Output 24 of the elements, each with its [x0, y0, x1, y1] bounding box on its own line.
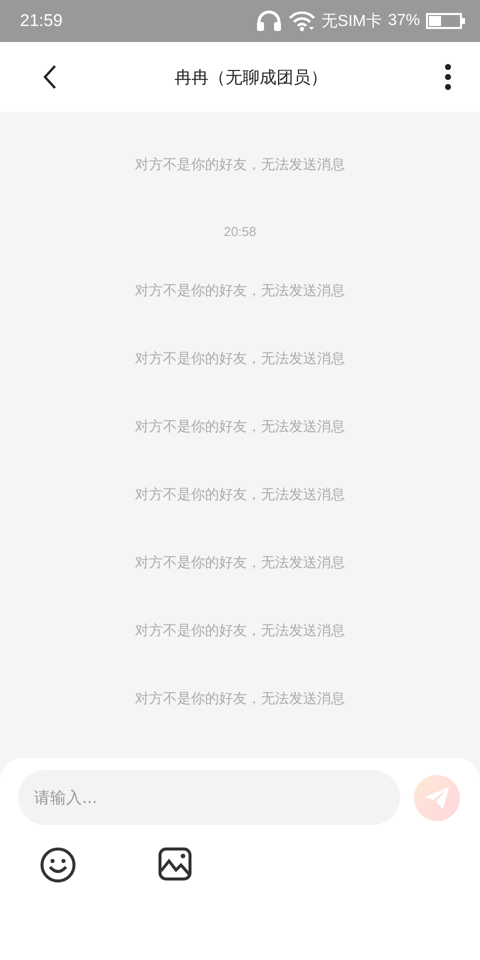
carrier-label: 无SIM卡	[322, 12, 382, 32]
message-timestamp: 20:58	[224, 224, 256, 240]
system-notice: 对方不是你的好友，无法发送消息	[135, 350, 345, 368]
image-icon	[158, 847, 192, 882]
system-notice: 对方不是你的好友，无法发送消息	[135, 554, 345, 572]
status-time: 21:59	[20, 11, 63, 32]
system-notice: 对方不是你的好友，无法发送消息	[135, 282, 345, 300]
smiley-icon	[40, 847, 76, 884]
system-notice: 对方不是你的好友，无法发送消息	[135, 486, 345, 504]
system-notice: 对方不是你的好友，无法发送消息	[135, 156, 345, 174]
system-notice: 对方不是你的好友，无法发送消息	[135, 690, 345, 708]
image-button[interactable]	[158, 847, 192, 884]
more-icon	[444, 63, 452, 92]
back-icon	[42, 64, 58, 90]
paper-plane-icon	[424, 786, 450, 810]
battery-icon	[426, 13, 466, 30]
system-notice: 对方不是你的好友，无法发送消息	[135, 622, 345, 640]
message-input[interactable]: 请输入...	[18, 770, 400, 826]
wifi-icon	[288, 10, 316, 32]
system-notice: 对方不是你的好友，无法发送消息	[135, 418, 345, 436]
emoji-button[interactable]	[40, 847, 76, 884]
battery-percent: 37%	[388, 12, 420, 30]
chat-title: 冉冉（无聊成团员）	[174, 66, 328, 89]
headphones-icon	[256, 10, 282, 32]
